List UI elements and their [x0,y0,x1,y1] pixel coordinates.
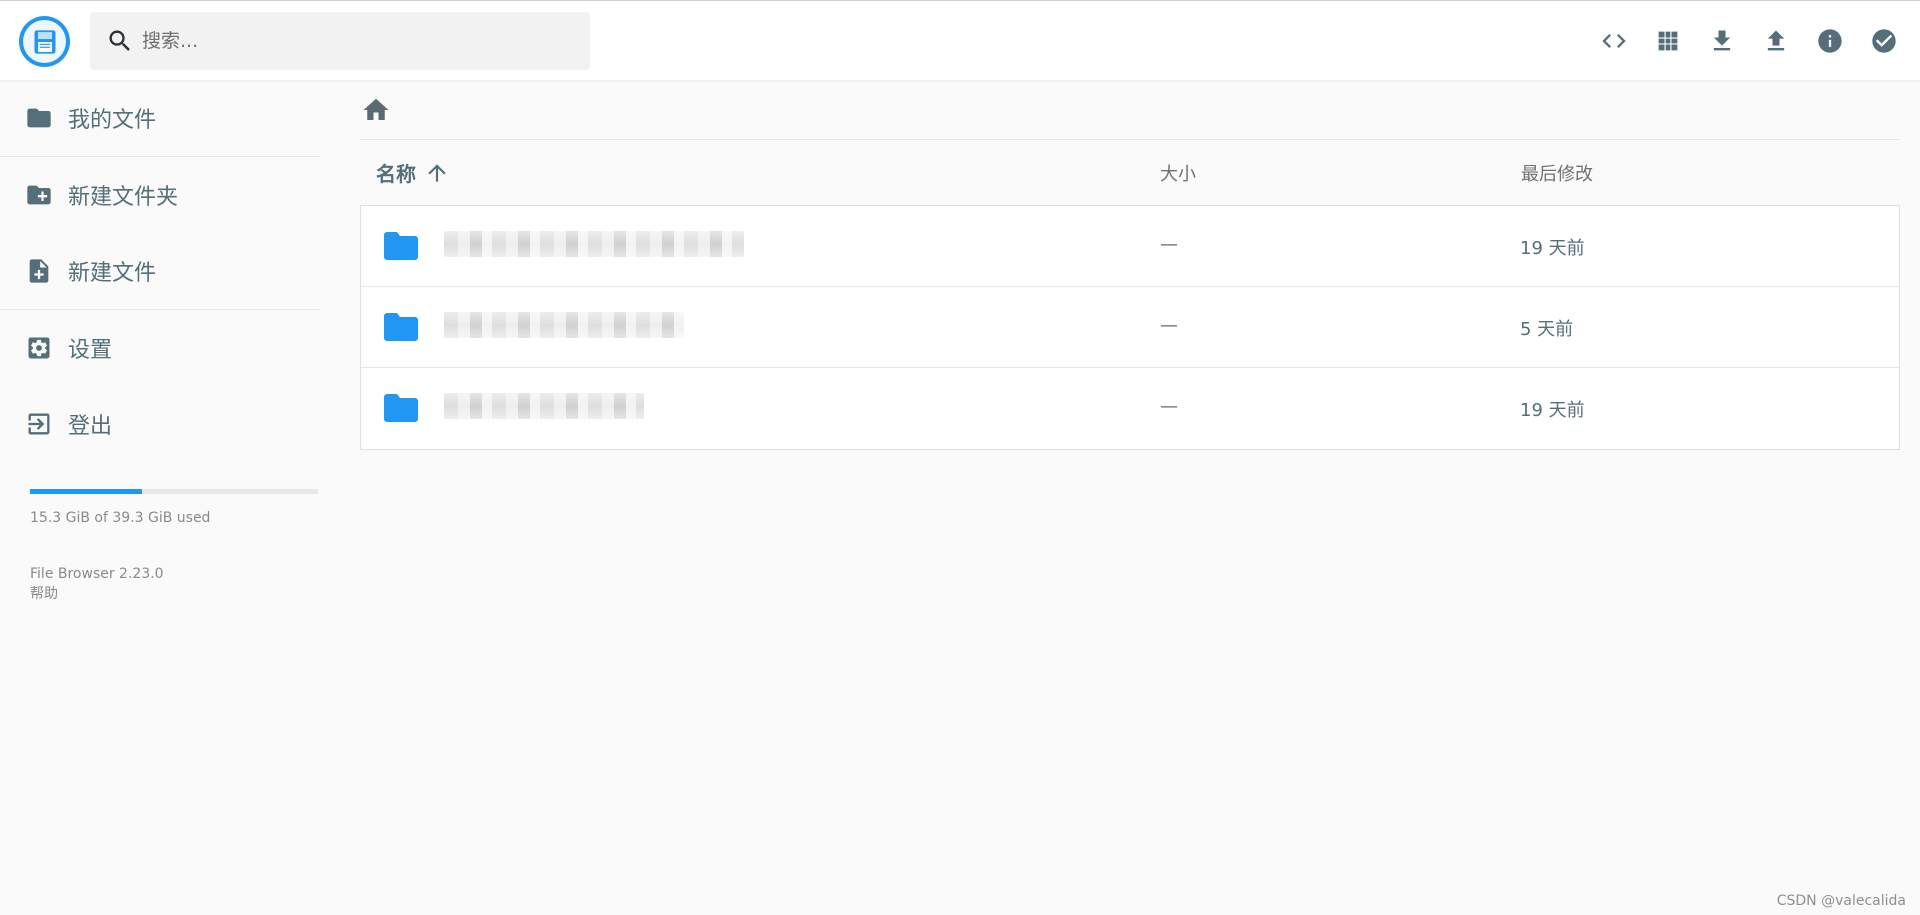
column-header-name[interactable]: 名称 [376,158,450,187]
file-size: — [1160,315,1178,336]
usage-progress-bar [30,489,318,494]
file-size: — [1160,396,1178,417]
file-name-redacted [444,231,744,257]
sidebar: 我的文件 新建文件夹 新建文件 设置 登出 15.3 GiB of 39.3 G… [0,80,320,915]
breadcrumb [360,80,1900,140]
help-link[interactable]: 帮助 [30,584,320,604]
download-icon[interactable] [1695,14,1749,68]
header-actions [1587,1,1920,81]
sidebar-item-logout[interactable]: 登出 [0,386,320,462]
search-icon [109,30,130,51]
home-icon[interactable] [361,95,391,125]
credits: File Browser 2.23.0 帮助 [0,564,320,604]
info-icon[interactable] [1803,14,1857,68]
table-row[interactable]: — 19 天前 [361,368,1899,449]
folder-icon [384,313,418,341]
file-size: — [1160,234,1178,255]
sidebar-item-settings[interactable]: 设置 [0,310,320,386]
sidebar-item-new-file[interactable]: 新建文件 [0,233,320,309]
table-row[interactable]: — 19 天前 [361,206,1899,287]
file-name-redacted [444,393,644,419]
sidebar-item-label: 我的文件 [68,108,157,133]
column-name-label: 名称 [376,162,416,186]
sidebar-item-label: 新建文件 [68,261,157,286]
usage-progress-fill [30,489,143,494]
column-header-modified[interactable]: 最后修改 [1521,160,1593,186]
version-text: File Browser 2.23.0 [30,566,164,582]
column-header-size[interactable]: 大小 [1160,160,1196,186]
new-file-icon [29,259,49,283]
search-input[interactable] [142,30,562,52]
folder-icon [384,394,418,422]
sidebar-item-label: 登出 [68,414,113,439]
file-modified: 19 天前 [1520,400,1585,421]
folder-icon [384,232,418,260]
usage-text: 15.3 GiB of 39.3 GiB used [30,510,211,526]
sidebar-item-label: 设置 [68,338,113,363]
code-view-icon[interactable] [1587,14,1641,68]
grid-view-icon[interactable] [1641,14,1695,68]
upload-icon[interactable] [1749,14,1803,68]
search-box[interactable] [90,12,590,70]
watermark: CSDN @valecalida [1776,893,1906,909]
select-check-icon[interactable] [1857,14,1911,68]
new-folder-icon [27,185,51,205]
settings-icon [28,337,50,359]
file-list-header: 名称 大小 最后修改 [360,140,1900,205]
logout-icon [28,413,50,435]
top-bar [0,0,1920,80]
arrow-up-icon [428,163,446,182]
app-logo[interactable] [19,16,70,67]
file-modified: 19 天前 [1520,238,1585,259]
sidebar-item-label: 新建文件夹 [68,185,179,210]
floppy-disk-icon [23,20,66,63]
table-row[interactable]: — 5 天前 [361,287,1899,368]
sidebar-item-new-folder[interactable]: 新建文件夹 [0,157,320,233]
sidebar-item-my-files[interactable]: 我的文件 [0,80,320,156]
disk-usage: 15.3 GiB of 39.3 GiB used [0,489,320,526]
file-list: — 19 天前 — 5 天前 — 19 天前 [360,205,1900,450]
file-name-redacted [444,312,684,338]
file-modified: 5 天前 [1520,319,1574,340]
folder-icon [27,108,51,128]
